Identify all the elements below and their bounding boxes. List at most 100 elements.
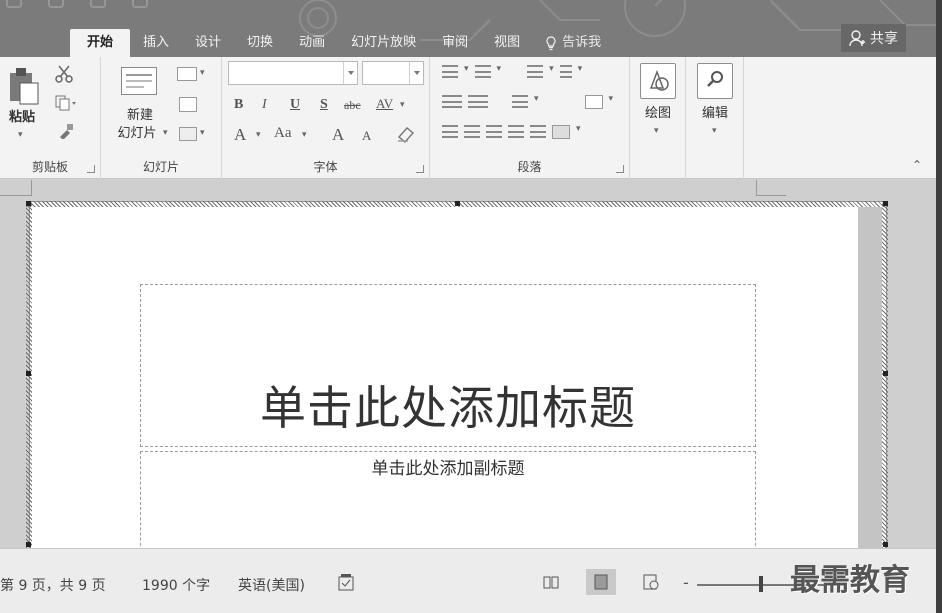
numbering-icon[interactable] [474, 65, 491, 78]
layout-icon[interactable] [177, 67, 197, 81]
text-direction-icon[interactable] [559, 65, 572, 78]
new-slide-label-1[interactable]: 新建 [115, 107, 165, 124]
editing-label[interactable]: 编辑 [691, 105, 739, 122]
format-painter-icon[interactable] [58, 123, 74, 139]
align-center-icon[interactable] [464, 125, 480, 138]
word-count[interactable]: 1990 个字 [142, 575, 210, 595]
person-icon [849, 29, 865, 46]
align-text-icon[interactable] [584, 95, 603, 109]
save-icon[interactable] [6, 0, 22, 8]
font-color-button[interactable]: A [234, 125, 246, 145]
shrink-font-button[interactable]: A [362, 128, 371, 144]
align-text-dropdown-icon[interactable]: ▾ [609, 95, 614, 109]
char-spacing-dropdown-icon[interactable]: ▾ [400, 101, 405, 110]
change-case-dropdown-icon[interactable]: ▾ [302, 131, 307, 140]
font-launcher-icon[interactable] [416, 165, 424, 173]
strikethrough-button[interactable]: abc [344, 98, 361, 113]
align-right-icon[interactable] [486, 125, 502, 138]
new-slide-dropdown-icon[interactable]: ▾ [163, 129, 168, 138]
smartart-icon[interactable] [552, 125, 570, 139]
share-button[interactable]: 共享 [841, 24, 906, 52]
align-left-icon[interactable] [442, 125, 458, 138]
editing-group: 编辑 ▾ [686, 57, 744, 179]
text-direction-dropdown-icon[interactable]: ▾ [578, 65, 583, 78]
new-slide-icon[interactable] [121, 67, 157, 95]
title-placeholder[interactable]: 单击此处添加标题 [140, 284, 756, 447]
resize-handle-top-right[interactable] [883, 201, 888, 206]
magnifier-icon [707, 71, 723, 87]
web-layout-button[interactable] [636, 569, 666, 595]
line-spacing-dropdown-icon[interactable]: ▾ [549, 65, 554, 78]
distributed-icon[interactable] [530, 125, 546, 138]
collapse-ribbon-icon[interactable]: ⌃ [912, 158, 922, 172]
paragraph-launcher-icon[interactable] [616, 165, 624, 173]
print-layout-button[interactable] [586, 569, 616, 595]
resize-handle-mid-left[interactable] [26, 371, 31, 376]
zoom-slider-thumb[interactable] [759, 576, 763, 592]
justify-icon[interactable] [508, 125, 524, 138]
font-name-combo[interactable] [228, 61, 358, 85]
bullets-dropdown-icon[interactable]: ▾ [464, 65, 469, 78]
increase-indent-icon[interactable] [468, 95, 488, 108]
layout-dropdown-icon[interactable]: ▾ [200, 69, 205, 78]
bold-button[interactable]: B [234, 97, 243, 113]
subtitle-placeholder[interactable]: 单击此处添加副标题 [140, 451, 756, 548]
bullets-icon[interactable] [442, 65, 458, 78]
font-color-dropdown-icon[interactable]: ▾ [256, 131, 261, 140]
resize-handle-top-left[interactable] [26, 201, 31, 206]
change-case-button[interactable]: Aa [274, 125, 292, 142]
new-slide-label-2[interactable]: 幻灯片 [107, 125, 167, 142]
page-count[interactable]: 第 9 页，共 9 页 [0, 575, 106, 595]
resize-handle-mid-right[interactable] [883, 371, 888, 376]
cut-icon[interactable] [55, 65, 73, 83]
resize-handle-bottom-right[interactable] [883, 542, 888, 547]
clear-formatting-icon[interactable] [396, 125, 416, 143]
tab-insert[interactable]: 插入 [130, 29, 182, 57]
line-spacing-icon[interactable] [527, 65, 544, 78]
proofing-icon[interactable] [337, 574, 357, 592]
drawing-dropdown-icon[interactable]: ▾ [654, 127, 659, 136]
paragraph-group-label: 段落 [517, 160, 542, 174]
columns-dropdown-icon[interactable]: ▾ [534, 95, 539, 109]
shadow-button[interactable]: S [320, 97, 328, 113]
grow-font-button[interactable]: A [332, 125, 344, 145]
tab-view[interactable]: 视图 [481, 29, 533, 57]
font-size-combo[interactable] [362, 61, 424, 85]
drawing-icon[interactable] [640, 63, 676, 99]
paste-dropdown-icon[interactable]: ▾ [18, 131, 23, 140]
editing-dropdown-icon[interactable]: ▾ [712, 127, 717, 136]
section-icon[interactable] [179, 127, 197, 141]
tab-home[interactable]: 开始 [70, 29, 131, 57]
find-icon[interactable] [697, 63, 733, 99]
underline-button[interactable]: U [290, 97, 300, 113]
italic-button[interactable]: I [262, 97, 267, 113]
resize-handle-top-center[interactable] [455, 201, 460, 206]
title-placeholder-text: 单击此处添加标题 [260, 381, 636, 435]
char-spacing-button[interactable]: AV [376, 96, 393, 112]
undo-icon[interactable] [48, 0, 64, 8]
zoom-out-button[interactable]: - [683, 573, 689, 592]
reset-icon[interactable] [179, 97, 197, 112]
drawing-label[interactable]: 绘图 [634, 105, 682, 122]
tab-review[interactable]: 审阅 [429, 29, 481, 57]
copy-icon[interactable] [55, 95, 77, 111]
language-indicator[interactable]: 英语(美国) [238, 575, 305, 595]
tab-transitions[interactable]: 切换 [234, 29, 286, 57]
tab-animations[interactable]: 动画 [286, 29, 338, 57]
tab-design[interactable]: 设计 [182, 29, 234, 57]
customize-icon[interactable] [132, 0, 148, 8]
resize-handle-bottom-left[interactable] [26, 542, 31, 547]
columns-icon[interactable] [512, 95, 528, 108]
numbering-dropdown-icon[interactable]: ▾ [497, 65, 502, 78]
section-dropdown-icon[interactable]: ▾ [200, 129, 205, 138]
tell-me-box[interactable]: 告诉我 [545, 29, 601, 57]
redo-icon[interactable] [90, 0, 106, 8]
book-icon [543, 576, 559, 589]
read-mode-button[interactable] [536, 569, 566, 595]
clipboard-launcher-icon[interactable] [87, 165, 95, 173]
tab-slideshow[interactable]: 幻灯片放映 [338, 29, 429, 57]
smartart-dropdown-icon[interactable]: ▾ [576, 125, 581, 139]
decrease-indent-icon[interactable] [442, 95, 462, 108]
paste-icon[interactable] [8, 65, 40, 105]
document-area: 单击此处添加标题 单击此处添加副标题 [0, 180, 942, 548]
